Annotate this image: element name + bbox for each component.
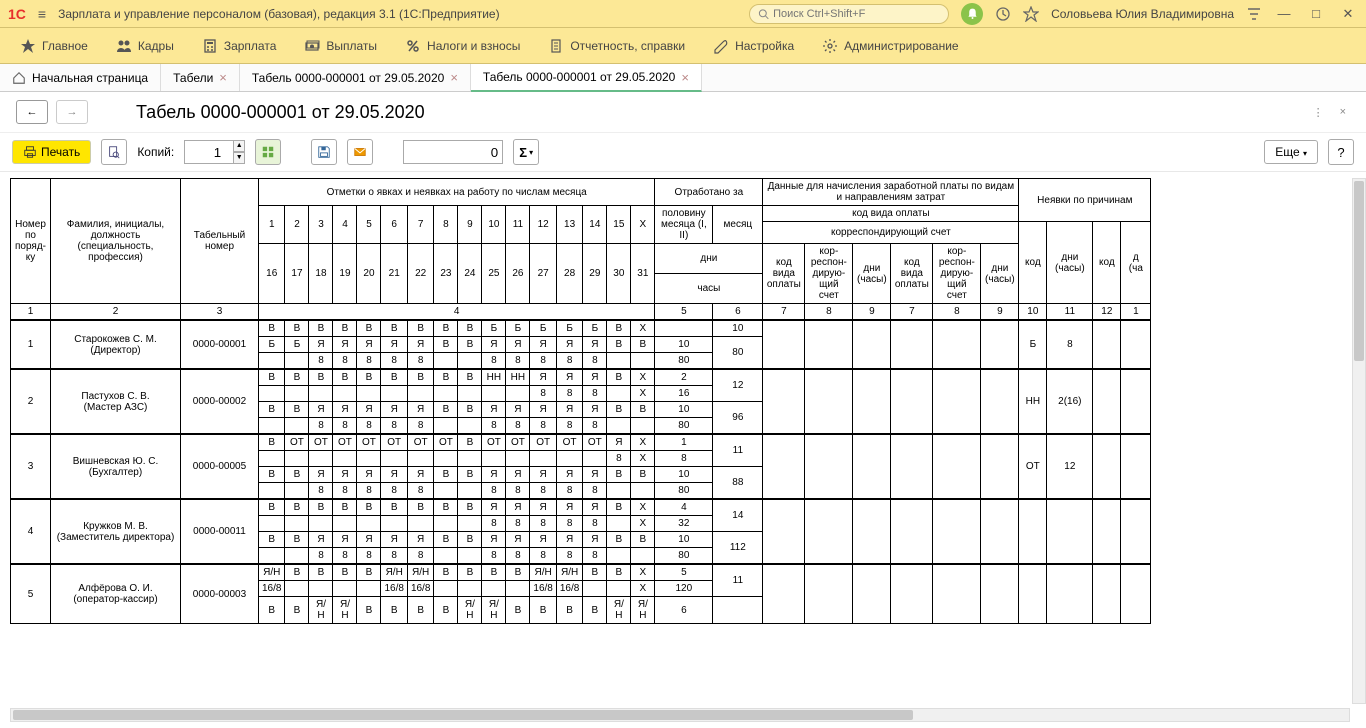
tab-tabels[interactable]: Табели×	[161, 64, 240, 91]
close-window-button[interactable]: ✕	[1338, 6, 1358, 22]
nav-taxes[interactable]: Налоги и взносы	[393, 32, 532, 60]
page-title: Табель 0000-000001 от 29.05.2020	[136, 102, 425, 123]
gear-icon	[822, 38, 838, 54]
vertical-scrollbar[interactable]	[1352, 178, 1366, 704]
wrench-icon	[713, 38, 729, 54]
home-icon	[12, 71, 26, 85]
nav-payments[interactable]: Выплаты	[292, 32, 389, 60]
app-logo: 1C	[8, 6, 26, 22]
tab-start[interactable]: Начальная страница	[0, 64, 161, 91]
nav-hr[interactable]: Кадры	[104, 32, 186, 60]
print-button[interactable]: Печать	[12, 140, 91, 164]
copies-input[interactable]	[184, 140, 234, 164]
tab-tabel-1[interactable]: Табель 0000-000001 от 29.05.2020×	[240, 64, 471, 91]
app-title: Зарплата и управление персоналом (базова…	[58, 7, 500, 21]
save-button[interactable]	[311, 139, 337, 165]
close-icon[interactable]: ×	[681, 70, 689, 85]
nav-salary[interactable]: Зарплата	[190, 32, 289, 60]
user-name[interactable]: Соловьева Юлия Владимировна	[1051, 7, 1234, 21]
nav-settings[interactable]: Настройка	[701, 32, 806, 60]
close-icon[interactable]: ×	[219, 70, 227, 85]
filter-icon[interactable]	[1246, 6, 1262, 22]
document-icon	[548, 38, 564, 54]
money-icon	[304, 38, 320, 54]
preview-button[interactable]	[101, 139, 127, 165]
tab-tabel-2[interactable]: Табель 0000-000001 от 29.05.2020×	[471, 64, 702, 92]
grid-icon	[261, 145, 275, 159]
magnifier-doc-icon	[107, 145, 121, 159]
percent-icon	[405, 38, 421, 54]
search-icon	[758, 8, 769, 20]
back-button[interactable]: ←	[16, 100, 48, 124]
star-filled-icon	[20, 38, 36, 54]
close-icon[interactable]: ×	[450, 70, 458, 85]
grid-settings-button[interactable]	[255, 139, 281, 165]
notification-bell[interactable]	[961, 3, 983, 25]
envelope-icon	[353, 145, 367, 159]
search-input[interactable]	[773, 8, 940, 20]
timesheet-table: Номер по поряд-куФамилия, инициалы, долж…	[10, 178, 1151, 624]
forward-button[interactable]: →	[56, 100, 88, 124]
printer-icon	[23, 145, 37, 159]
horizontal-scrollbar[interactable]	[10, 708, 1350, 722]
more-button[interactable]: Еще ▾	[1264, 140, 1318, 164]
email-button[interactable]	[347, 139, 373, 165]
copies-up[interactable]: ▲	[233, 140, 245, 152]
minimize-button[interactable]: —	[1274, 6, 1294, 21]
nav-admin[interactable]: Администрирование	[810, 32, 970, 60]
nav-main[interactable]: Главное	[8, 32, 100, 60]
copies-label: Копий:	[137, 145, 174, 159]
people-icon	[116, 38, 132, 54]
close-page-icon[interactable]: ×	[1336, 102, 1350, 122]
calculator-icon	[202, 38, 218, 54]
sum-input[interactable]	[403, 140, 503, 164]
star-icon[interactable]	[1023, 6, 1039, 22]
search-box[interactable]	[749, 4, 949, 24]
history-icon[interactable]	[995, 6, 1011, 22]
maximize-button[interactable]: □	[1306, 6, 1326, 21]
copies-down[interactable]: ▼	[233, 152, 245, 164]
sigma-button[interactable]: Σ▾	[513, 139, 539, 165]
nav-reports[interactable]: Отчетность, справки	[536, 32, 697, 60]
floppy-icon	[317, 145, 331, 159]
bell-icon	[966, 7, 979, 20]
more-actions-icon[interactable]: ⋮	[1309, 102, 1328, 123]
help-button[interactable]: ?	[1328, 139, 1354, 165]
menu-icon[interactable]: ≡	[38, 6, 46, 22]
